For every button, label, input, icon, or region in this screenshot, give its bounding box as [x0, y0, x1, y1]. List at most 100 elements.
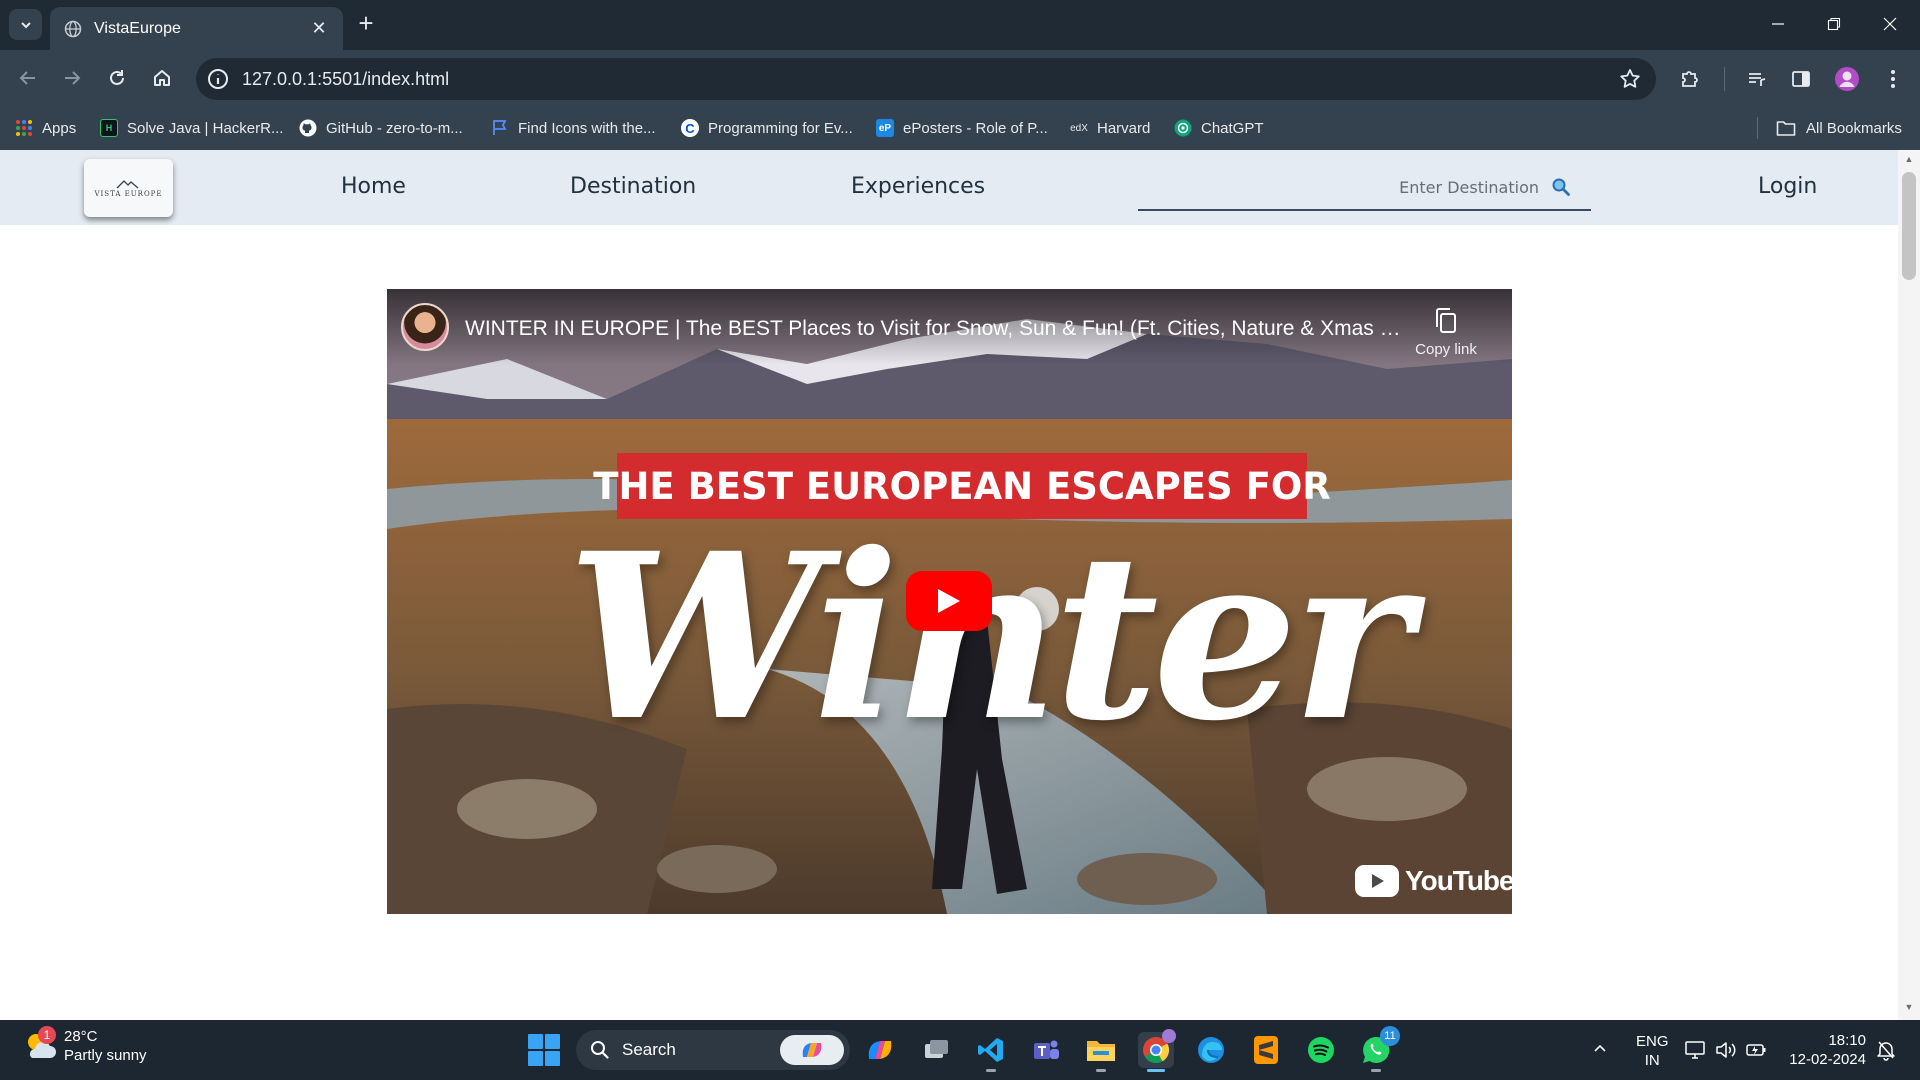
bookmark-chatgpt[interactable]: ChatGPT: [1174, 115, 1264, 141]
nav-experiences[interactable]: Experiences: [851, 174, 985, 199]
copy-link-button[interactable]: Copy link: [1411, 307, 1481, 358]
taskbar-chrome[interactable]: [1138, 1029, 1176, 1072]
taskbar-whatsapp[interactable]: 11: [1358, 1026, 1400, 1072]
spotify-icon: [1308, 1037, 1334, 1063]
scroll-down-arrow-icon[interactable]: ▼: [1903, 1002, 1915, 1014]
minimize-icon: [1772, 23, 1784, 25]
extensions-button[interactable]: [1677, 66, 1703, 92]
bookmark-github[interactable]: GitHub - zero-to-m...: [299, 115, 463, 141]
youtube-video-embed[interactable]: WINTER IN EUROPE | The BEST Places to Vi…: [387, 289, 1512, 914]
taskbar-file-explorer[interactable]: [1083, 1032, 1119, 1072]
toolbar-divider: [1724, 67, 1725, 91]
bookmark-eposters[interactable]: eP ePosters - Role of P...: [876, 115, 1048, 141]
arrow-right-icon: [65, 71, 81, 85]
clock-date: 12-02-2024: [1789, 1051, 1866, 1068]
chevron-down-icon: [20, 21, 31, 28]
taskbar-copilot-preview[interactable]: [862, 1032, 898, 1068]
tab-search-button[interactable]: [9, 9, 42, 40]
minimize-button[interactable]: [1750, 8, 1806, 40]
menu-button[interactable]: [1880, 66, 1906, 92]
bookmark-label: Harvard: [1097, 119, 1151, 137]
bookmark-label: Apps: [42, 119, 77, 137]
partly-sunny-icon: 1: [22, 1026, 58, 1064]
start-button[interactable]: [528, 1034, 560, 1066]
bookmark-apps[interactable]: Apps: [15, 115, 76, 141]
media-controls-button[interactable]: [1744, 66, 1770, 92]
channel-avatar[interactable]: [401, 303, 449, 351]
bookmark-harvard[interactable]: edX Harvard: [1070, 115, 1150, 141]
copilot-icon: [802, 1043, 822, 1057]
side-panel-button[interactable]: [1788, 66, 1814, 92]
new-tab-button[interactable]: +: [352, 10, 380, 38]
notifications-button[interactable]: [1874, 1038, 1898, 1062]
bookmark-label: Find Icons with the...: [518, 119, 656, 137]
bookmark-hackerrank[interactable]: H Solve Java | HackerR...: [100, 115, 283, 141]
reload-button[interactable]: [101, 62, 133, 94]
taskbar-spotify[interactable]: [1303, 1032, 1339, 1068]
chatgpt-icon: [1174, 119, 1192, 137]
eposters-icon: eP: [876, 119, 894, 137]
destination-search-input[interactable]: [1138, 167, 1547, 207]
close-window-button[interactable]: [1862, 8, 1918, 40]
search-icon: [591, 1041, 609, 1059]
back-button[interactable]: [12, 62, 44, 94]
bookmark-star-icon[interactable]: [1618, 67, 1642, 91]
youtube-logo[interactable]: YouTube: [1355, 865, 1512, 897]
copy-link-label: Copy link: [1415, 341, 1477, 358]
bookmarks-divider: [1757, 117, 1758, 139]
home-button[interactable]: [146, 62, 178, 94]
reload-icon: [110, 70, 124, 85]
battery-button[interactable]: [1744, 1038, 1768, 1062]
scroll-up-arrow-icon[interactable]: ▲: [1903, 154, 1915, 166]
nav-destination[interactable]: Destination: [570, 174, 696, 199]
clock-time: 18:10: [1828, 1032, 1866, 1049]
weather-condition: Partly sunny: [64, 1047, 147, 1064]
all-bookmarks-button[interactable]: All Bookmarks: [1776, 115, 1902, 141]
arrow-left-icon: [19, 71, 35, 85]
taskbar-sublime[interactable]: [1248, 1032, 1284, 1068]
video-title[interactable]: WINTER IN EUROPE | The BEST Places to Vi…: [465, 317, 1405, 341]
volume-button[interactable]: [1714, 1038, 1738, 1062]
play-button[interactable]: [906, 571, 992, 631]
copilot-button[interactable]: [780, 1035, 844, 1065]
taskbar-edge[interactable]: [1193, 1032, 1229, 1068]
scrollbar-thumb[interactable]: [1902, 172, 1916, 280]
play-icon: [938, 589, 960, 613]
tab-close-icon[interactable]: ✕: [309, 18, 329, 39]
profile-button[interactable]: [1834, 66, 1860, 92]
taskbar-task-view[interactable]: [918, 1032, 954, 1068]
destination-search: [1138, 167, 1591, 211]
site-info-icon[interactable]: [206, 67, 230, 91]
forward-button[interactable]: [56, 62, 88, 94]
tab-vistaeurope[interactable]: VistaEurope ✕: [50, 7, 343, 50]
coursera-icon: C: [681, 119, 699, 137]
chevron-up-icon: [1594, 1044, 1606, 1052]
search-icon[interactable]: [1551, 177, 1571, 197]
url-text: 127.0.0.1:5501/index.html: [242, 69, 450, 89]
globe-icon: [64, 20, 82, 37]
youtube-wordmark: YouTube: [1405, 865, 1512, 896]
address-bar[interactable]: 127.0.0.1:5501/index.html: [196, 58, 1656, 100]
site-navbar: VISTA EUROPE Home Destination Experience…: [0, 150, 1898, 225]
bookmark-label: Solve Java | HackerR...: [127, 119, 284, 137]
edge-icon: [1198, 1037, 1224, 1063]
input-language-indicator[interactable]: ENG IN: [1636, 1032, 1669, 1070]
taskbar-teams[interactable]: [1028, 1032, 1064, 1068]
system-clock[interactable]: 18:10 12-02-2024: [1784, 1031, 1866, 1069]
bookmark-coursera[interactable]: C Programming for Ev...: [681, 115, 853, 141]
weather-widget[interactable]: 1 28°C Partly sunny: [22, 1026, 147, 1065]
taskbar-vscode[interactable]: [973, 1032, 1009, 1072]
restore-button[interactable]: [1806, 8, 1862, 40]
network-button[interactable]: [1684, 1038, 1708, 1062]
youtube-play-logo-icon: [1355, 865, 1399, 897]
edx-icon: edX: [1070, 122, 1088, 134]
flag-icon: [493, 120, 507, 135]
bookmark-label: ChatGPT: [1201, 119, 1264, 137]
nav-home[interactable]: Home: [341, 174, 406, 199]
nav-login[interactable]: Login: [1758, 174, 1817, 199]
bookmark-find-icons[interactable]: Find Icons with the...: [491, 115, 656, 141]
show-hidden-icons-button[interactable]: [1592, 1040, 1608, 1061]
site-logo[interactable]: VISTA EUROPE: [84, 159, 173, 217]
page-scrollbar[interactable]: ▲ ▼: [1898, 150, 1920, 1020]
taskbar-search[interactable]: Search: [576, 1030, 850, 1070]
